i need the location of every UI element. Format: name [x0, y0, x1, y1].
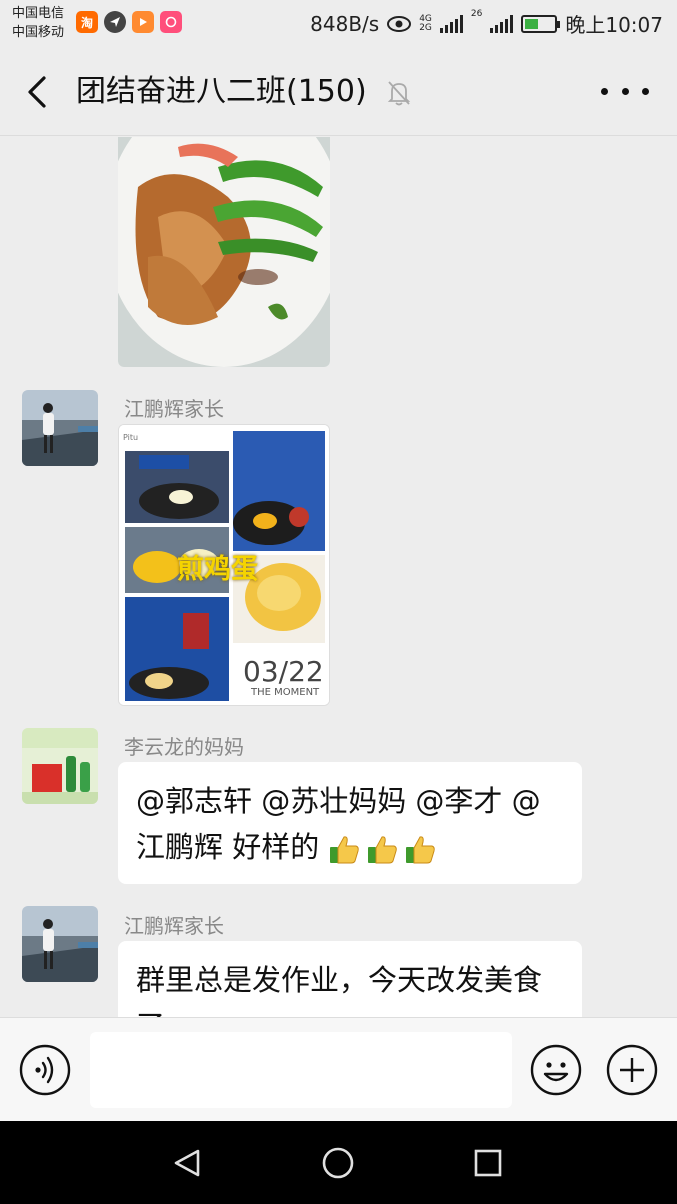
dot-icon: [601, 87, 608, 95]
avatar-image: [22, 906, 98, 982]
signal-icon-2: [490, 14, 514, 33]
signal-icon-1: [439, 14, 463, 33]
nav-back-icon[interactable]: [168, 1143, 208, 1183]
message-text: 群里总是发作业，今天改发美食了: [136, 963, 543, 1017]
network-type-2: 26: [470, 9, 483, 19]
status-right: 848B/s 4G 2G 26 晚上10:07: [310, 9, 663, 38]
add-more-icon[interactable]: [606, 1044, 658, 1096]
carrier-1: 中国电信: [12, 6, 65, 21]
message-bubble[interactable]: 群里总是发作业，今天改发美食了: [118, 941, 582, 1017]
carrier-2: 中国移动: [12, 25, 65, 40]
network-type: 4G 2G: [419, 13, 432, 33]
location-icon: [104, 11, 126, 33]
dot-icon: [621, 87, 629, 95]
input-bar: [0, 1017, 677, 1121]
collage-caption: 煎鸡蛋: [177, 554, 258, 585]
mute-bell-icon: [387, 81, 411, 106]
food-photo-image: [118, 137, 330, 367]
voice-input-icon[interactable]: [19, 1044, 71, 1096]
back-arrow-icon[interactable]: [18, 72, 58, 112]
avatar-image: [22, 390, 98, 466]
chat-header: 团结奋进八二班(150): [0, 46, 677, 136]
collage-subtitle: THE MOMENT: [251, 687, 320, 698]
net-speed: 848B/s: [310, 11, 380, 36]
food-photo[interactable]: [118, 137, 330, 367]
sender-name: 江鹏辉家长: [124, 397, 224, 421]
collage-tag: Pitu: [123, 433, 139, 442]
taobao-icon: 淘: [76, 11, 98, 33]
collage-date: 03/22: [243, 655, 324, 688]
more-options-button[interactable]: [601, 76, 649, 106]
chat-title: 团结奋进八二班(150): [76, 74, 367, 109]
collage-photo[interactable]: Pitu 煎鸡蛋 03/22 THE MOMENT: [118, 424, 330, 706]
video-app-icon: [132, 11, 154, 33]
eye-icon: [387, 15, 412, 32]
sender-name: 江鹏辉家长: [124, 914, 224, 938]
message-bubble[interactable]: @郭志轩 @苏壮妈妈 @李才 @江鹏辉 好样的: [118, 762, 582, 884]
thumbs-up-icon: [406, 836, 436, 864]
nav-home-icon[interactable]: [318, 1143, 358, 1183]
nav-recents-icon[interactable]: [468, 1143, 508, 1183]
clock: 晚上10:07: [565, 13, 663, 37]
status-bar: 中国电信 中国移动 淘 848B/s 4G 2G 26 晚上10:07: [0, 0, 677, 46]
avatar[interactable]: [22, 728, 98, 804]
thumbs-up-icon: [330, 836, 360, 864]
carrier-info: 中国电信 中国移动: [12, 4, 64, 42]
emoji-icon[interactable]: [530, 1044, 582, 1096]
system-nav-bar: [0, 1121, 677, 1204]
dot-icon: [642, 87, 649, 95]
avatar[interactable]: [22, 906, 98, 982]
avatar-image: [22, 728, 98, 804]
battery-icon: [521, 14, 561, 33]
thumbs-up-icon: [368, 836, 398, 864]
sender-name: 李云龙的妈妈: [124, 735, 244, 759]
camera-app-icon: [160, 11, 182, 33]
avatar[interactable]: [22, 390, 98, 466]
message-input[interactable]: [90, 1032, 512, 1108]
notification-icons: 淘: [76, 11, 182, 33]
chat-messages: 江鹏辉家长 Pitu 煎鸡蛋 03/22 THE MOMENT 李云龙的妈妈 @…: [0, 137, 677, 1017]
